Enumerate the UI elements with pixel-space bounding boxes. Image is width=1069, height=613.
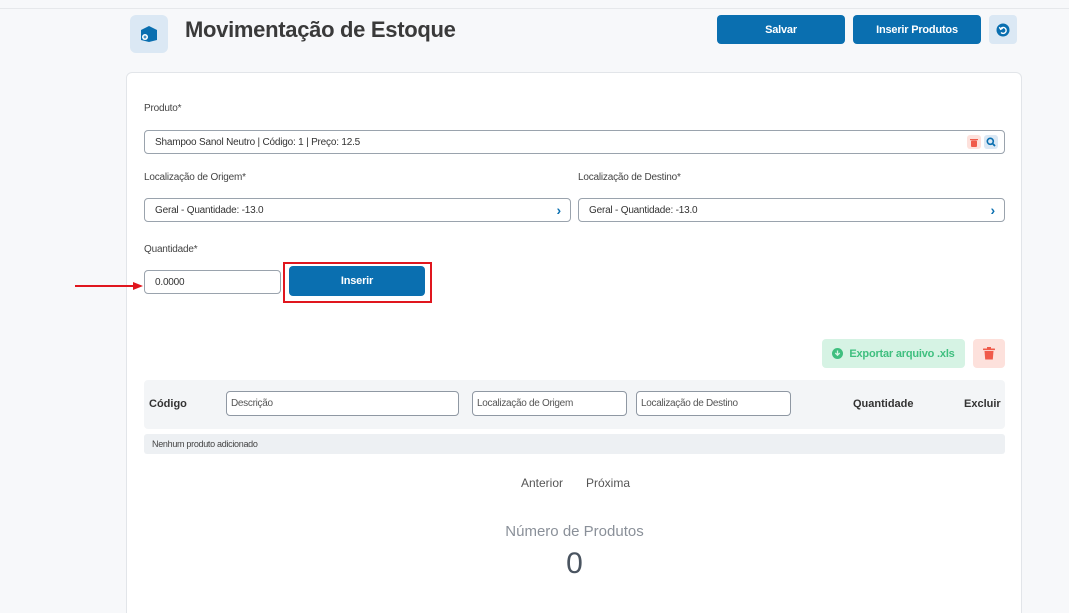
top-divider [0, 8, 1069, 9]
chevron-right-icon: › [556, 202, 562, 218]
search-icon [986, 137, 996, 147]
col-delete: Excluir [964, 398, 1001, 410]
product-field[interactable]: Shampoo Sanol Neutro | Código: 1 | Preço… [144, 130, 1005, 154]
search-product-button[interactable] [984, 135, 998, 149]
destination-select[interactable]: Geral - Quantidade: -13.0 › [578, 198, 1005, 222]
product-count-label: Número de Produtos [505, 523, 644, 540]
table-header: Código Descrição Localização de Origem L… [144, 380, 1005, 429]
origin-select[interactable]: Geral - Quantidade: -13.0 › [144, 198, 571, 222]
description-filter-input[interactable]: Descrição [226, 391, 459, 416]
highlight-box [283, 262, 432, 303]
next-page-button[interactable]: Próxima [586, 476, 630, 490]
destination-label: Localização de Destino* [578, 172, 681, 183]
arrow-right-icon [75, 282, 143, 290]
export-xls-button[interactable]: Exportar arquivo .xls [822, 339, 965, 368]
empty-table-row: Nenhum produto adicionado [144, 434, 1005, 454]
col-quantity: Quantidade [853, 398, 914, 410]
clear-product-button[interactable] [967, 135, 981, 149]
destination-value: Geral - Quantidade: -13.0 [589, 204, 698, 216]
destination-filter-input[interactable]: Localização de Destino [636, 391, 791, 416]
trash-icon [970, 138, 978, 147]
quantity-input[interactable]: 0.0000 [144, 270, 281, 294]
delete-all-button[interactable] [973, 339, 1005, 368]
origin-value: Geral - Quantidade: -13.0 [155, 204, 264, 216]
page-title: Movimentação de Estoque [185, 17, 456, 42]
col-code: Código [149, 398, 187, 410]
chevron-right-icon: › [990, 202, 996, 218]
undo-button[interactable] [989, 15, 1017, 44]
product-value: Shampoo Sanol Neutro | Código: 1 | Preço… [155, 136, 361, 148]
quantity-label: Quantidade* [144, 244, 198, 255]
quantity-value: 0.0000 [155, 276, 185, 288]
product-count-value: 0 [566, 547, 583, 580]
box-icon [130, 15, 168, 53]
product-label: Produto* [144, 103, 182, 114]
trash-icon [983, 347, 995, 360]
export-label: Exportar arquivo .xls [849, 347, 955, 360]
download-icon [832, 348, 844, 359]
previous-page-button[interactable]: Anterior [521, 476, 563, 490]
origin-filter-input[interactable]: Localização de Origem [472, 391, 627, 416]
insert-products-button[interactable]: Inserir Produtos [853, 15, 981, 44]
undo-icon [996, 23, 1010, 36]
save-button[interactable]: Salvar [717, 15, 845, 44]
origin-label: Localização de Origem* [144, 172, 246, 183]
